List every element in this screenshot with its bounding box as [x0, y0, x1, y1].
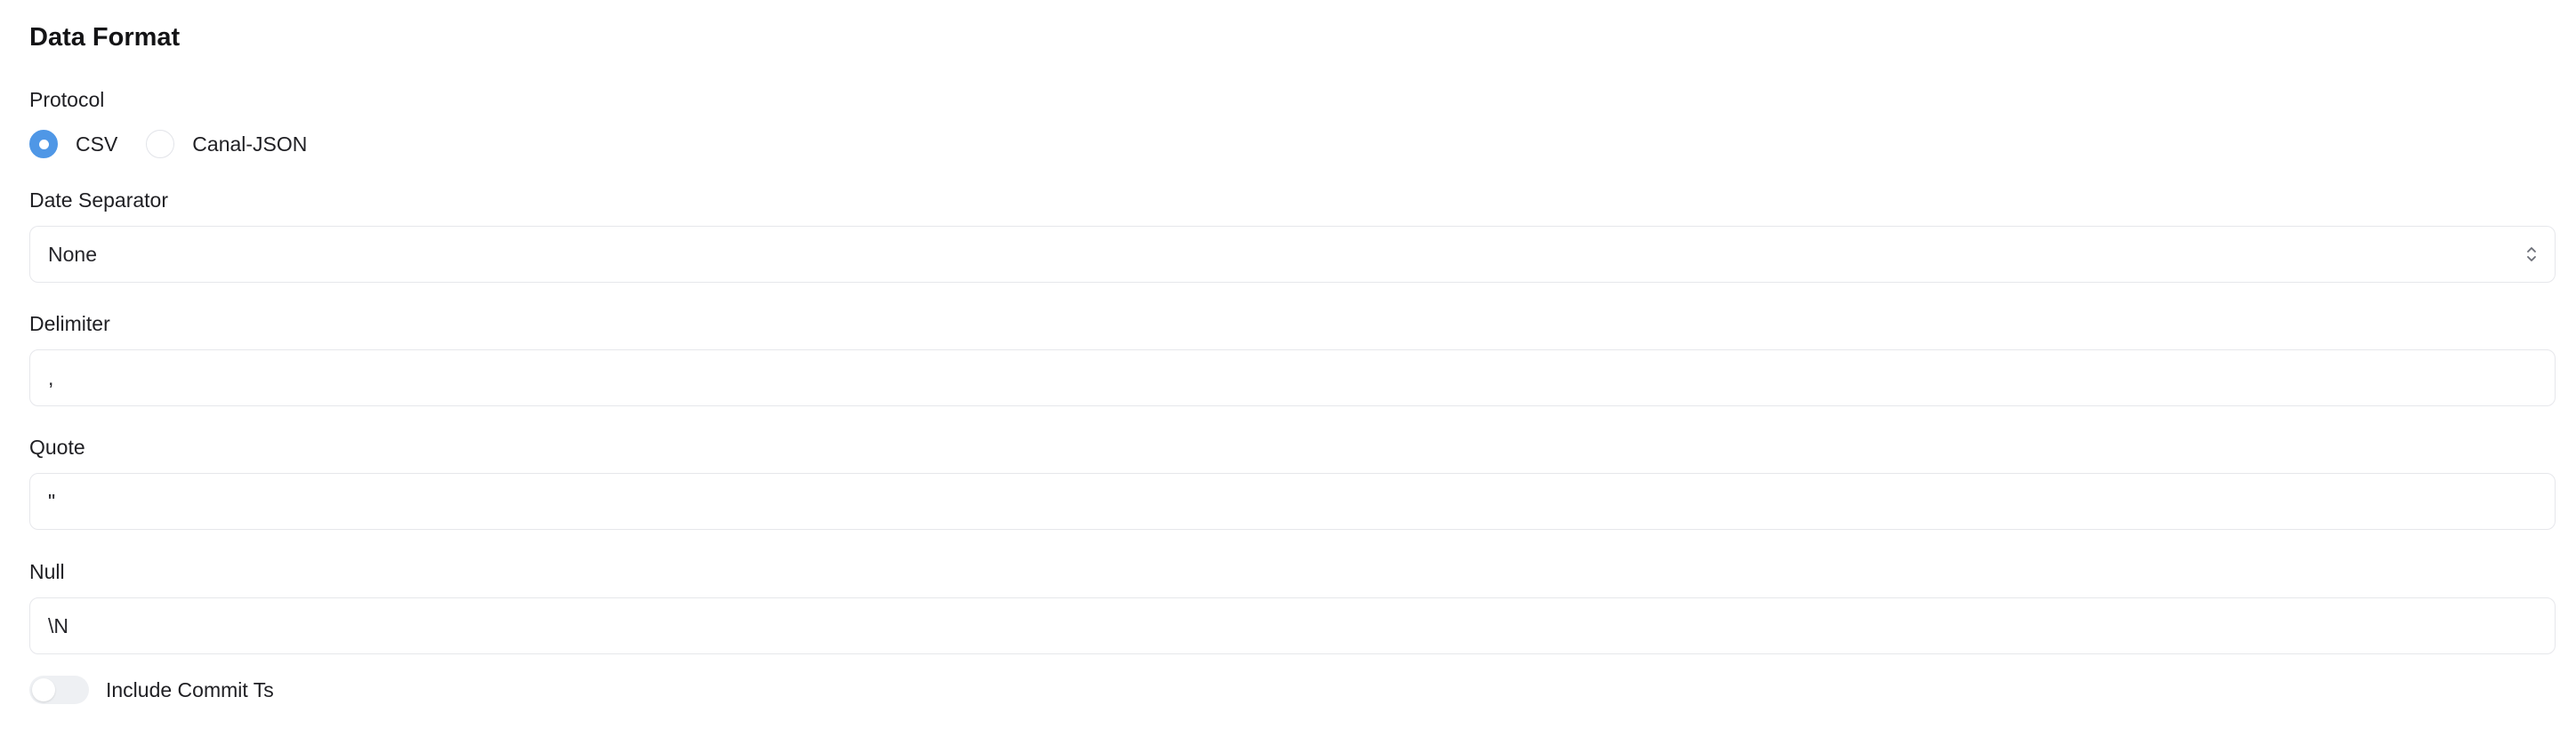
include-commit-ts-toggle[interactable] — [29, 676, 89, 704]
radio-label-canal-json: Canal-JSON — [192, 132, 308, 156]
delimiter-input[interactable] — [48, 350, 2555, 405]
null-field[interactable] — [29, 597, 2556, 654]
toggle-knob — [32, 678, 55, 701]
null-input[interactable] — [48, 598, 2555, 653]
quote-input[interactable] — [48, 474, 2555, 529]
protocol-radio-group: CSV Canal-JSON — [29, 130, 307, 158]
section-title: Data Format — [29, 23, 181, 52]
delimiter-field[interactable] — [29, 349, 2556, 406]
date-separator-label: Date Separator — [29, 188, 168, 212]
null-label: Null — [29, 560, 65, 583]
radio-canal-json[interactable] — [146, 130, 175, 158]
radio-csv[interactable] — [29, 130, 58, 158]
quote-label: Quote — [29, 436, 85, 459]
protocol-label: Protocol — [29, 88, 105, 111]
delimiter-label: Delimiter — [29, 312, 110, 335]
chevron-up-down-icon — [2521, 241, 2542, 268]
date-separator-select[interactable]: None — [29, 226, 2556, 283]
date-separator-value: None — [48, 242, 97, 266]
protocol-option-canal-json[interactable]: Canal-JSON — [146, 130, 307, 158]
include-commit-ts-label: Include Commit Ts — [106, 677, 274, 701]
include-commit-ts-row: Include Commit Ts — [29, 676, 274, 704]
protocol-option-csv[interactable]: CSV — [29, 130, 117, 158]
quote-field[interactable] — [29, 473, 2556, 530]
radio-label-csv: CSV — [76, 132, 118, 156]
